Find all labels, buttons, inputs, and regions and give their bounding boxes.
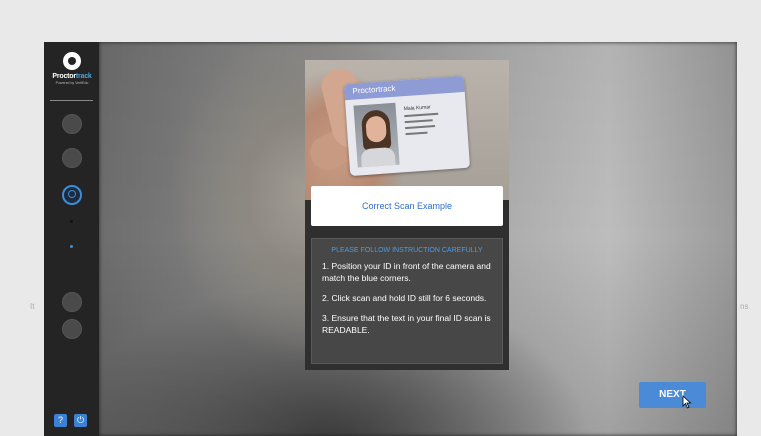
- id-scan-card: Proctortrack Mala Kumar Correct Scan Exa…: [305, 60, 509, 370]
- user-id-icon[interactable]: [62, 185, 82, 205]
- example-id-photo: Proctortrack Mala Kumar: [305, 60, 509, 200]
- mouse-cursor-icon: [682, 395, 692, 409]
- left-edge-text: It: [30, 302, 35, 311]
- instruction-item: 3. Ensure that the text in your final ID…: [322, 313, 491, 335]
- instruction-item: 2. Click scan and hold ID still for 6 se…: [322, 293, 487, 303]
- example-id-card: Proctortrack Mala Kumar: [343, 75, 471, 177]
- step-dot-icon: [70, 220, 73, 223]
- sidebar: Proctortrack Powered by VerifEdu ? ⏻: [44, 42, 99, 436]
- edit-icon[interactable]: [62, 114, 82, 134]
- logo-eye-icon: [63, 52, 81, 70]
- instruction-item: 1. Position your ID in front of the came…: [322, 261, 491, 283]
- proctortrack-logo: Proctortrack Powered by VerifEdu: [48, 52, 96, 85]
- current-step-dot-icon: [70, 245, 73, 248]
- right-edge-text: ns: [740, 302, 749, 311]
- info-icon[interactable]: [62, 319, 82, 339]
- sidebar-divider: [50, 100, 93, 101]
- instructions-heading: PLEASE FOLLOW INSTRUCTION CAREFULLY: [331, 247, 483, 254]
- chat-icon[interactable]: [62, 292, 82, 312]
- instructions-panel: PLEASE FOLLOW INSTRUCTION CAREFULLY 1. P…: [311, 238, 503, 364]
- next-button[interactable]: NEXT: [639, 382, 706, 408]
- power-icon[interactable]: ⏻: [74, 414, 87, 427]
- id-portrait: [353, 102, 400, 168]
- instructions-list: 1. Position your ID in front of the came…: [312, 254, 502, 336]
- camera-icon[interactable]: [62, 148, 82, 168]
- help-icon[interactable]: ?: [54, 414, 67, 427]
- correct-scan-example-label: Correct Scan Example: [311, 186, 503, 226]
